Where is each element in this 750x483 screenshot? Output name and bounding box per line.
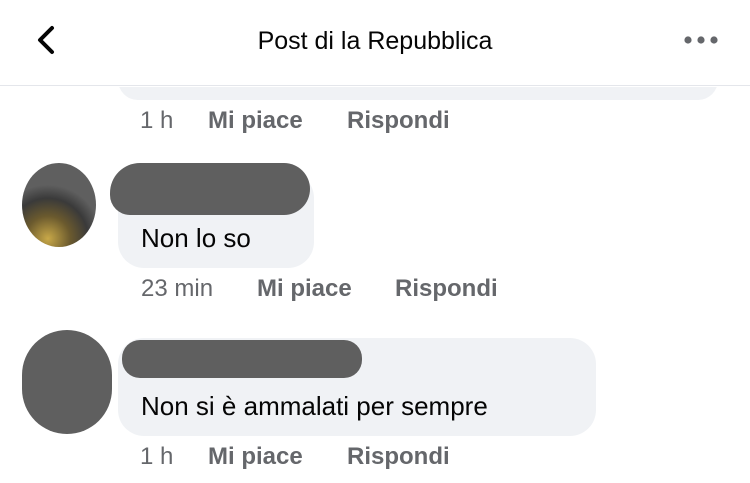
page-title: Post di la Repubblica [257, 27, 493, 55]
comment-text: Non lo so [141, 223, 251, 253]
comment-timestamp: 23 min [141, 275, 214, 302]
more-horizontal-icon [684, 36, 718, 44]
avatar[interactable] [22, 163, 96, 247]
avatar[interactable] [22, 330, 112, 434]
reply-button[interactable]: Rispondi [395, 274, 498, 304]
reply-button[interactable]: Rispondi [347, 442, 450, 472]
comment-actions: 1 h Mi piace Rispondi [0, 106, 750, 136]
like-button[interactable]: Mi piace [208, 442, 303, 472]
comment-actions: 1 h Mi piace Rispondi [0, 442, 750, 472]
like-button[interactable]: Mi piace [208, 106, 303, 136]
comment-text: Non si è ammalati per sempre [141, 391, 488, 421]
redacted-author-name [110, 163, 310, 215]
redacted-author-name [122, 340, 362, 378]
comment-actions: 23 min Mi piace Rispondi [0, 274, 750, 304]
like-button[interactable]: Mi piace [257, 274, 352, 304]
top-bar: Post di la Repubblica [0, 0, 750, 86]
comment-timestamp: 1 h [140, 107, 174, 134]
more-options-button[interactable] [682, 30, 722, 50]
reply-button[interactable]: Rispondi [347, 106, 450, 136]
comment-timestamp: 1 h [140, 443, 174, 470]
